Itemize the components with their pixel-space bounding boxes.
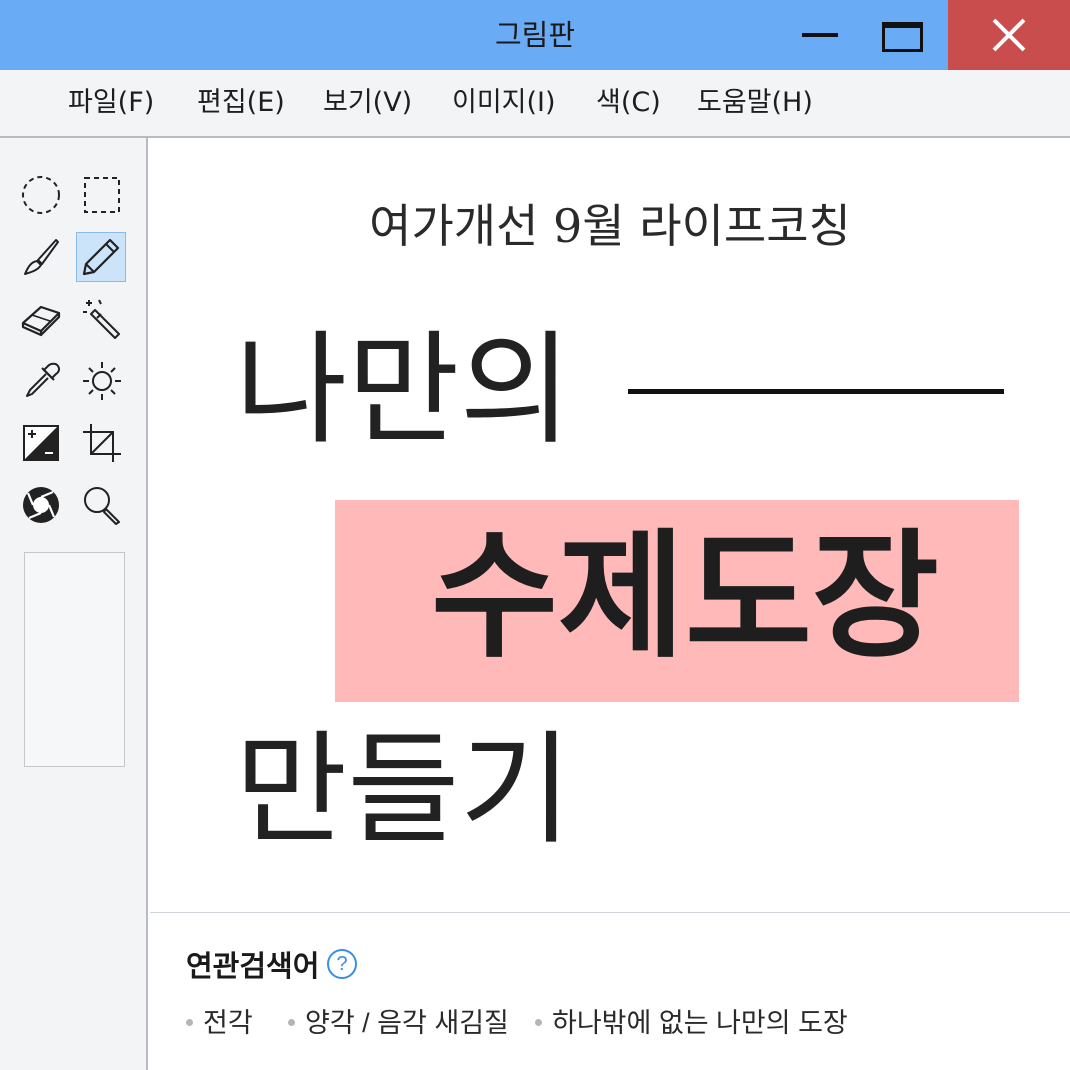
related-searches-title: 연관검색어 — [186, 951, 320, 983]
minimize-icon — [802, 33, 838, 37]
related-item[interactable]: 양각 / 음각 새김질 — [288, 1001, 509, 1040]
close-button[interactable] — [948, 0, 1070, 70]
brightness-icon — [83, 362, 121, 400]
menu-view[interactable]: 보기(V) — [323, 70, 412, 136]
pencil-icon — [82, 238, 120, 276]
rect-select-icon — [84, 177, 120, 213]
menu-bar: 파일(F) 편집(E) 보기(V) 이미지(I) 색(C) 도움말(H) — [0, 70, 1070, 138]
color-preview-box[interactable] — [24, 552, 125, 767]
related-searches: 연관검색어 ? 전각 양각 / 음각 새김질 하나밖에 없는 나만의 도장 — [150, 912, 1070, 1070]
bullet-dot — [535, 1019, 542, 1027]
close-icon — [992, 18, 1026, 52]
related-item[interactable]: 하나밖에 없는 나만의 도장 — [535, 1001, 848, 1040]
bullet-dot — [186, 1019, 193, 1027]
menu-edit[interactable]: 편집(E) — [197, 70, 285, 136]
canvas-heading-line-1: 나만의 — [235, 319, 572, 461]
magnifier-icon — [84, 487, 120, 525]
menu-image[interactable]: 이미지(I) — [452, 70, 556, 136]
title-bar: 그림판 — [0, 0, 1070, 70]
pencil-tool[interactable] — [76, 232, 126, 282]
magic-wand-tool[interactable] — [77, 294, 127, 344]
menu-help[interactable]: 도움말(H) — [697, 70, 813, 136]
related-item[interactable]: 전각 — [186, 1001, 253, 1040]
ellipse-select-icon — [22, 176, 60, 214]
canvas-subtitle: 여가개선 9월 라이프코칭 — [369, 199, 851, 253]
maximize-icon — [882, 22, 923, 52]
crop-tool[interactable] — [77, 418, 127, 468]
minimize-button[interactable] — [784, 0, 860, 70]
aperture-tool[interactable] — [16, 480, 66, 530]
underline-rule — [628, 389, 1004, 394]
ellipse-select-tool[interactable] — [16, 170, 66, 220]
help-icon[interactable]: ? — [327, 949, 357, 979]
related-item-label: 양각 / 음각 새김질 — [305, 1008, 509, 1038]
magic-wand-icon — [83, 299, 120, 339]
eyedropper-icon — [26, 362, 61, 397]
brush-tool[interactable] — [16, 232, 66, 282]
drawing-canvas[interactable]: 여가개선 9월 라이프코칭 나만의 수제도장 만들기 — [150, 140, 1070, 911]
eyedropper-tool[interactable] — [16, 356, 66, 406]
bullet-dot — [288, 1019, 295, 1027]
magnifier-tool[interactable] — [77, 480, 127, 530]
aperture-icon — [23, 487, 59, 523]
menu-color[interactable]: 색(C) — [596, 70, 661, 136]
maximize-button[interactable] — [866, 0, 942, 70]
canvas-heading-line-2: 수제도장 — [431, 516, 939, 677]
crop-icon — [83, 424, 121, 462]
contrast-tool[interactable] — [16, 418, 66, 468]
tool-panel — [0, 138, 148, 1070]
canvas-heading-line-3: 만들기 — [235, 719, 572, 861]
contrast-icon — [23, 425, 59, 461]
related-item-label: 전각 — [203, 1008, 253, 1038]
related-item-label: 하나밖에 없는 나만의 도장 — [552, 1008, 848, 1038]
menu-file[interactable]: 파일(F) — [68, 70, 154, 136]
brightness-tool[interactable] — [77, 356, 127, 406]
rect-select-tool[interactable] — [77, 170, 127, 220]
eraser-tool[interactable] — [16, 294, 66, 344]
eraser-icon — [21, 305, 61, 337]
brush-icon — [24, 239, 59, 275]
